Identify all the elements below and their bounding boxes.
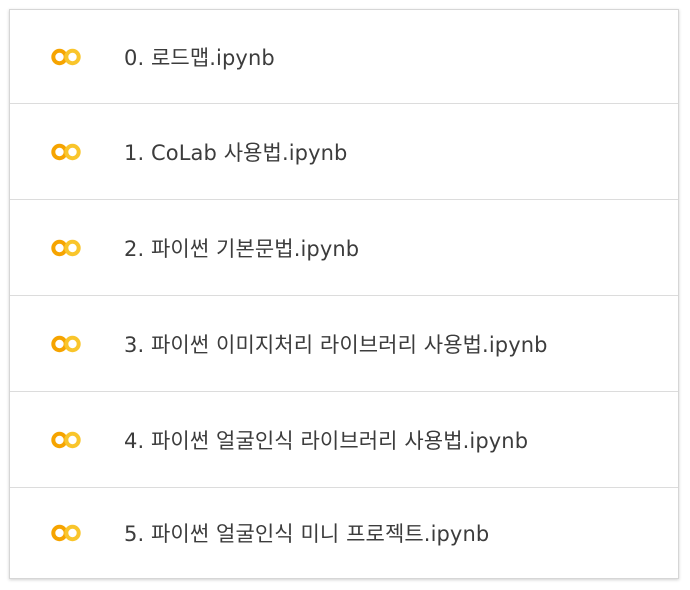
notebook-file-list: 0. 로드맵.ipynb 1. CoLab 사용법.ipynb 2. 파이썬 기…: [9, 9, 679, 579]
file-name[interactable]: 5. 파이썬 얼굴인식 미니 프로젝트.ipynb: [124, 518, 489, 548]
colab-icon: [50, 335, 82, 353]
colab-icon: [50, 239, 82, 257]
colab-icon: [50, 143, 82, 161]
file-name[interactable]: 3. 파이썬 이미지처리 라이브러리 사용법.ipynb: [124, 329, 548, 359]
file-row[interactable]: 2. 파이썬 기본문법.ipynb: [10, 200, 678, 296]
colab-icon: [50, 48, 82, 66]
file-row[interactable]: 0. 로드맵.ipynb: [10, 10, 678, 104]
file-row[interactable]: 1. CoLab 사용법.ipynb: [10, 104, 678, 200]
file-row[interactable]: 4. 파이썬 얼굴인식 라이브러리 사용법.ipynb: [10, 392, 678, 488]
colab-icon: [50, 524, 82, 542]
file-name[interactable]: 1. CoLab 사용법.ipynb: [124, 137, 347, 167]
file-name[interactable]: 0. 로드맵.ipynb: [124, 42, 275, 72]
file-name[interactable]: 4. 파이썬 얼굴인식 라이브러리 사용법.ipynb: [124, 425, 528, 455]
colab-icon: [50, 431, 82, 449]
file-row[interactable]: 5. 파이썬 얼굴인식 미니 프로젝트.ipynb: [10, 488, 678, 578]
file-name[interactable]: 2. 파이썬 기본문법.ipynb: [124, 233, 359, 263]
file-row[interactable]: 3. 파이썬 이미지처리 라이브러리 사용법.ipynb: [10, 296, 678, 392]
